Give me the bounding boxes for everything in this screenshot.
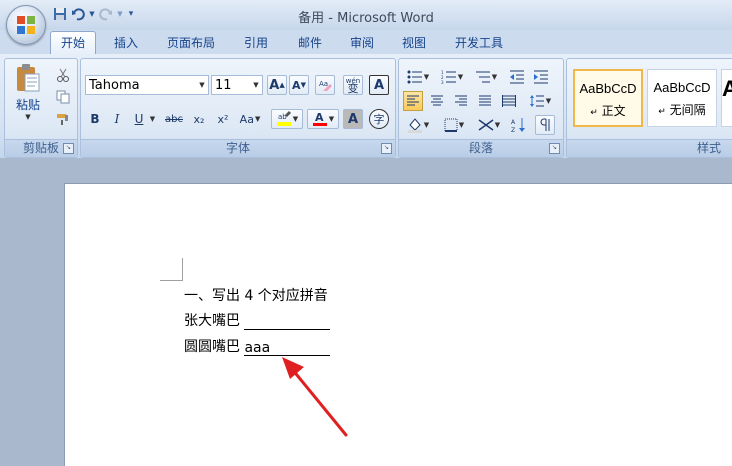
bold-button[interactable]: B <box>85 109 105 129</box>
subscript-button[interactable]: x₂ <box>189 109 209 129</box>
numbering-icon[interactable]: 1 2 3 ▼ <box>437 67 467 87</box>
align-left-icon[interactable] <box>403 91 423 111</box>
underline-dropdown-icon[interactable]: ▼ <box>147 109 157 129</box>
svg-text:Z: Z <box>511 127 515 133</box>
doc-line-2[interactable]: 张大嘴巴 <box>184 310 331 330</box>
font-size-dropdown-icon[interactable]: ▼ <box>250 76 262 94</box>
cut-icon[interactable] <box>53 65 73 85</box>
style-heading-1-sample: A <box>722 76 732 102</box>
font-group-label: 字体 <box>81 139 395 157</box>
margin-corner-mark <box>160 258 183 281</box>
doc-line-1[interactable]: 一、写出 4 个对应拼音 <box>184 285 328 305</box>
shrink-font-label: A <box>292 78 301 92</box>
paste-dropdown-icon: ▼ <box>25 113 31 121</box>
window-title: 备用 - Microsoft Word <box>298 11 434 26</box>
style-no-spacing-name: ↵ 无间隔 <box>658 103 706 117</box>
paste-icon <box>17 64 40 92</box>
tab-view[interactable]: 视图 <box>394 33 434 54</box>
style-normal-name: ↵ 正文 <box>590 104 626 118</box>
phonetic-char: 变 <box>347 82 359 95</box>
paste-label: 粘贴 <box>15 98 40 112</box>
tab-review[interactable]: 审阅 <box>342 33 382 54</box>
font-color-icon: A <box>312 111 327 126</box>
underline-button[interactable]: U <box>129 109 149 129</box>
format-painter-icon[interactable] <box>53 109 73 129</box>
strikethrough-button[interactable]: abc <box>161 109 187 129</box>
ribbon-tabs: 开始 插入 页面布局 引用 邮件 审阅 视图 开发工具 <box>0 30 732 55</box>
multilevel-list-icon[interactable]: ▼ <box>471 67 501 87</box>
ribbon: 粘贴 ▼ 剪贴板 ↘ Tahoma ▼ 11 ▼ A▲ A▼ Aa wén <box>0 54 732 159</box>
doc-line-2-blank[interactable] <box>244 314 331 330</box>
font-color-button[interactable]: A ▼ <box>307 109 339 129</box>
tab-home[interactable]: 开始 <box>50 31 96 55</box>
font-size-combo[interactable]: 11 ▼ <box>211 75 263 95</box>
clipboard-group: 粘贴 ▼ 剪贴板 ↘ <box>4 58 78 158</box>
justify-icon[interactable] <box>475 91 495 111</box>
styles-group-label: 样式 <box>567 139 732 157</box>
paragraph-launcher-icon[interactable]: ↘ <box>549 143 560 154</box>
font-size-value: 11 <box>215 78 232 93</box>
char-shading-button[interactable]: A <box>343 109 363 129</box>
highlighter-icon: ab <box>276 111 291 126</box>
tab-references[interactable]: 引用 <box>236 33 276 54</box>
chinese-layout-icon[interactable]: ▼ <box>475 115 503 135</box>
paragraph-group-label: 段落 <box>399 139 563 157</box>
grow-font-button[interactable]: A ▲ <box>267 75 287 95</box>
font-name-value: Tahoma <box>89 78 140 93</box>
change-case-label: Aa <box>239 112 254 126</box>
doc-line-3-text: 圆圆嘴巴 <box>184 339 240 355</box>
tab-mailings[interactable]: 邮件 <box>290 33 330 54</box>
office-logo-icon <box>17 16 35 34</box>
font-launcher-icon[interactable]: ↘ <box>381 143 392 154</box>
style-normal[interactable]: AaBbCcD ↵ 正文 <box>573 69 643 127</box>
decrease-indent-icon[interactable] <box>507 67 527 87</box>
show-marks-icon[interactable] <box>535 115 555 135</box>
style-no-spacing-sample: AaBbCcD <box>653 80 711 95</box>
enclose-chars-button[interactable]: 字 <box>369 109 389 129</box>
doc-line-3-answer: aaa <box>244 340 271 356</box>
phonetic-guide-button[interactable]: wén 变 <box>343 75 363 95</box>
font-name-dropdown-icon[interactable]: ▼ <box>196 76 208 94</box>
highlight-button[interactable]: ab ▼ <box>271 109 303 129</box>
shrink-font-button[interactable]: A ▼ <box>289 75 309 95</box>
style-heading-1[interactable]: A <box>721 69 732 127</box>
grow-font-label: A <box>269 77 280 93</box>
char-border-button[interactable]: A <box>369 75 389 95</box>
increase-indent-icon[interactable] <box>531 67 551 87</box>
svg-text:3: 3 <box>441 80 444 84</box>
superscript-button[interactable]: x² <box>213 109 233 129</box>
borders-icon[interactable]: ▼ <box>439 115 469 135</box>
copy-icon[interactable] <box>53 87 73 107</box>
change-case-button[interactable]: Aa ▼ <box>237 109 263 129</box>
line-spacing-icon[interactable]: ▼ <box>525 91 555 111</box>
paste-button[interactable]: 粘贴 ▼ <box>11 63 45 127</box>
paragraph-group: ▼ 1 2 3 ▼ ▼ ▼ ▼ ▼ ▼ A Z 段落 ↘ <box>398 58 564 158</box>
doc-line-2-text: 张大嘴巴 <box>184 313 240 329</box>
tab-developer[interactable]: 开发工具 <box>448 33 510 54</box>
font-name-combo[interactable]: Tahoma ▼ <box>85 75 209 95</box>
distributed-icon[interactable] <box>499 91 519 111</box>
clipboard-launcher-icon[interactable]: ↘ <box>63 143 74 154</box>
svg-text:A: A <box>315 111 324 124</box>
tab-insert[interactable]: 插入 <box>106 33 146 54</box>
svg-text:Aa: Aa <box>319 80 328 88</box>
clear-format-icon[interactable]: Aa <box>315 75 335 95</box>
sort-icon[interactable]: AZ <box>509 115 529 135</box>
styles-group: AaBbCcD ↵ 正文 AaBbCcD ↵ 无间隔 A 样式 <box>566 58 732 158</box>
document-page[interactable] <box>64 183 732 466</box>
doc-line-1-text: 一、写出 4 个对应拼音 <box>184 288 328 304</box>
bullets-icon[interactable]: ▼ <box>403 67 433 87</box>
italic-button[interactable]: I <box>107 109 127 129</box>
align-right-icon[interactable] <box>451 91 471 111</box>
tab-page-layout[interactable]: 页面布局 <box>160 33 222 54</box>
title-bar: ▼ ▼ ▾ 备用 - Microsoft Word <box>0 0 732 30</box>
align-center-icon[interactable] <box>427 91 447 111</box>
style-normal-sample: AaBbCcD <box>579 81 637 96</box>
font-group: Tahoma ▼ 11 ▼ A ▲ A ▼ Aa wén 变 A B I U ▼ a… <box>80 58 396 158</box>
shading-icon[interactable]: ▼ <box>403 115 433 135</box>
office-button[interactable] <box>6 5 46 45</box>
svg-text:A: A <box>511 119 516 126</box>
style-no-spacing[interactable]: AaBbCcD ↵ 无间隔 <box>647 69 717 127</box>
red-arrow-annotation <box>282 357 348 437</box>
